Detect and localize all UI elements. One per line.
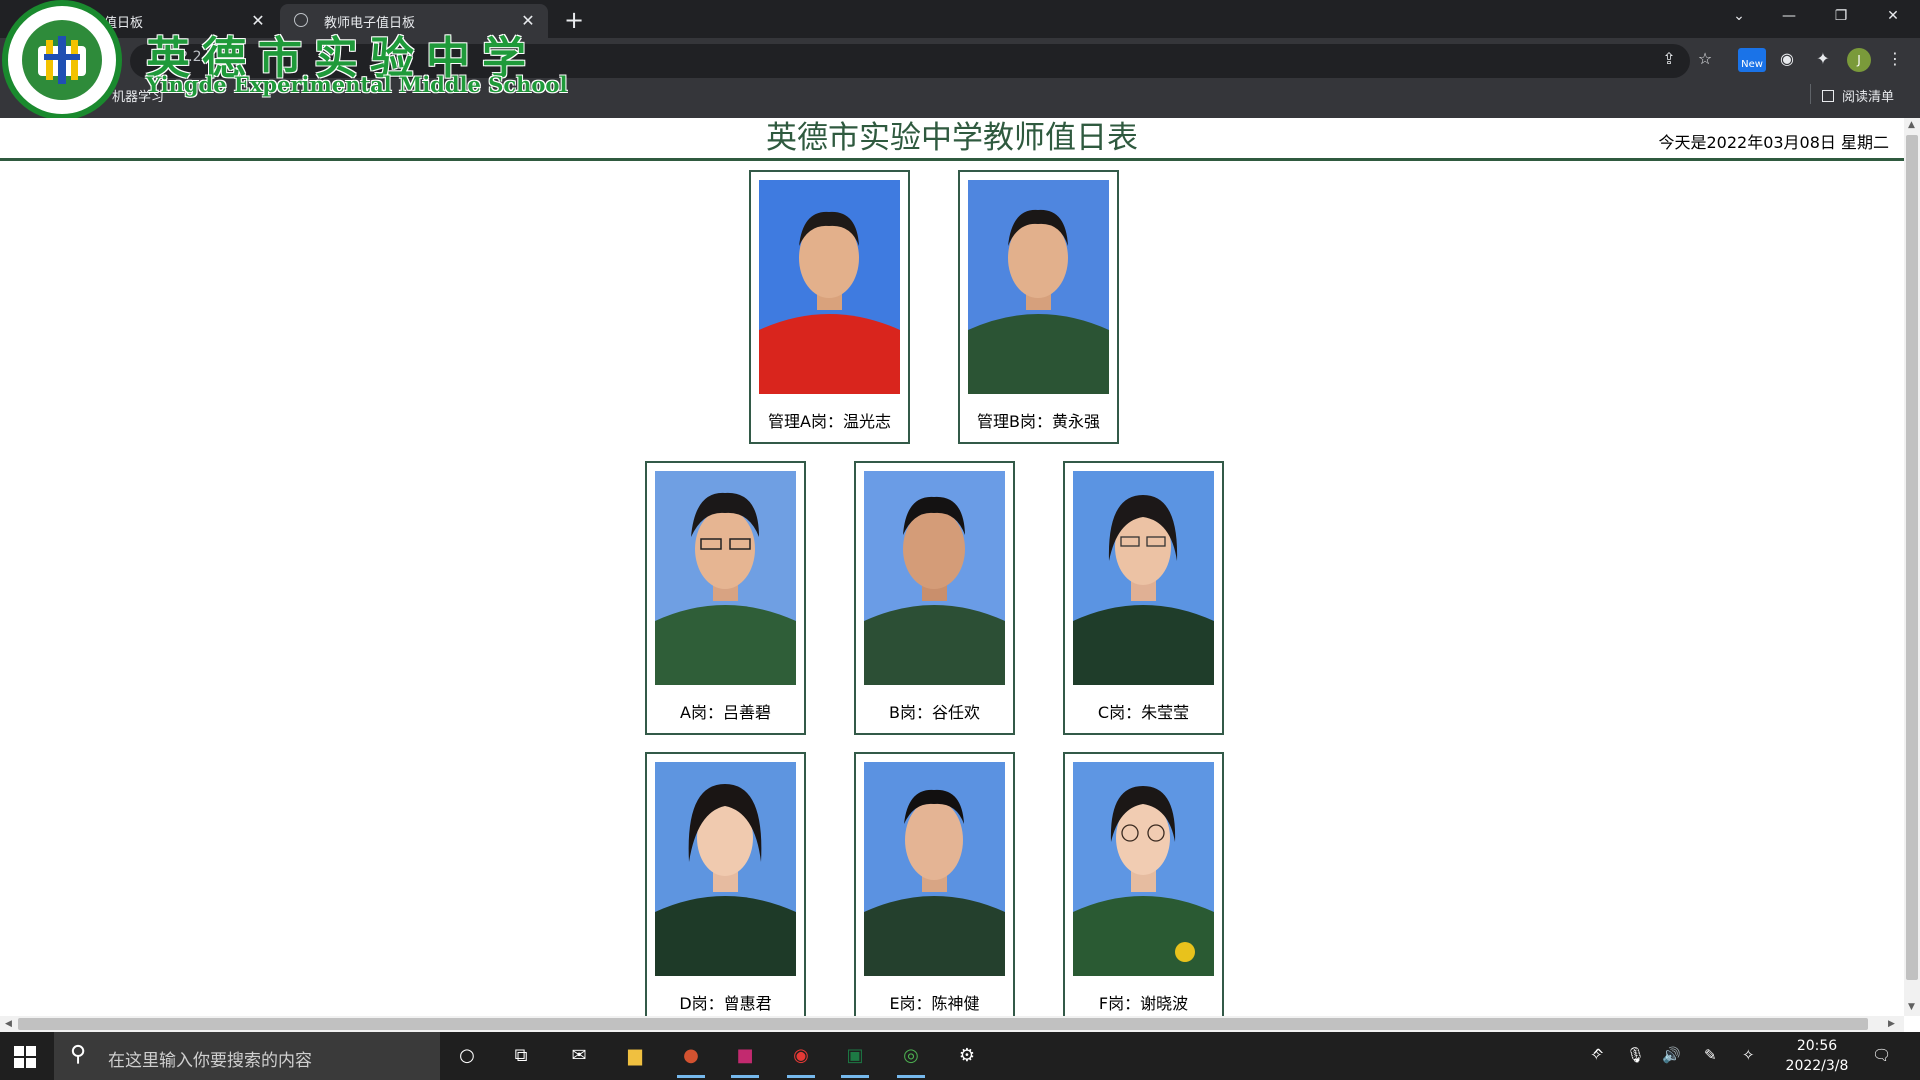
duty-label: E岗：陈神健 <box>889 994 980 1013</box>
portrait-image <box>864 762 1005 976</box>
teacher-photo <box>1073 471 1214 685</box>
page-title: 英德市实验中学教师值日表 <box>766 120 1138 156</box>
duty-card: E岗：陈神健 <box>854 752 1015 1016</box>
show-hidden-icon[interactable]: ^ <box>1592 1046 1605 1064</box>
teacher-photo <box>759 180 900 394</box>
portrait-image <box>864 471 1005 685</box>
powerpoint-icon[interactable]: ● <box>674 1040 708 1078</box>
duty-card: D岗：曾惠君 <box>645 752 806 1016</box>
scroll-right-icon[interactable]: ▶ <box>1888 1019 1895 1029</box>
school-emblem-icon <box>38 36 86 84</box>
pen-icon[interactable]: ✎ <box>1704 1046 1717 1064</box>
portrait-image <box>655 471 796 685</box>
new-tab-button[interactable]: + <box>560 6 588 34</box>
task-view-icon[interactable]: ⧉ <box>504 1040 538 1072</box>
duty-card: B岗：谷任欢 <box>854 461 1015 735</box>
duty-label: A岗：吕善碧 <box>680 703 771 722</box>
duty-label: B岗：谷任欢 <box>889 703 980 722</box>
new-badge[interactable]: New <box>1738 48 1766 72</box>
duty-card: 管理A岗：温光志 <box>749 170 910 444</box>
windows-start-icon[interactable] <box>14 1046 36 1068</box>
minimize-button[interactable]: — <box>1766 0 1812 32</box>
volume-icon[interactable]: 🔊 <box>1662 1046 1681 1064</box>
duty-card: A岗：吕善碧 <box>645 461 806 735</box>
extension-icon[interactable]: ◉ <box>1776 48 1798 70</box>
current-date: 今天是2022年03月08日 星期二 <box>1658 133 1889 152</box>
horizontal-scroll-thumb[interactable] <box>18 1018 1868 1030</box>
mail-icon[interactable]: ✉ <box>562 1040 596 1072</box>
reading-list-icon <box>1822 89 1834 102</box>
school-logo <box>2 0 122 120</box>
recorder-icon[interactable]: ◉ <box>784 1040 818 1078</box>
chrome-icon[interactable]: ◎ <box>894 1040 928 1078</box>
duty-label: D岗：曾惠君 <box>679 994 772 1013</box>
vertical-scroll-thumb[interactable] <box>1906 135 1918 980</box>
notification-icon[interactable]: 🗨 <box>1872 1046 1891 1064</box>
clock-time: 20:56 <box>1796 1038 1838 1054</box>
network-icon[interactable]: ✧ <box>1742 1046 1755 1064</box>
teacher-photo <box>864 471 1005 685</box>
menu-icon[interactable]: ⋮ <box>1884 48 1906 70</box>
search-placeholder: 在这里输入你要搜索的内容 <box>108 1051 312 1071</box>
portrait-image <box>655 762 796 976</box>
teacher-photo <box>655 471 796 685</box>
duty-card: F岗：谢晓波 <box>1063 752 1224 1016</box>
jetbrains-icon[interactable]: ■ <box>728 1040 762 1078</box>
profile-avatar[interactable]: J <box>1847 48 1871 72</box>
file-explorer-icon[interactable]: ▆ <box>618 1040 652 1072</box>
portrait-image <box>968 180 1109 394</box>
title-divider <box>0 158 1904 161</box>
close-window-button[interactable]: ✕ <box>1870 0 1916 32</box>
duty-label: 管理A岗：温光志 <box>768 412 891 431</box>
school-name-en: Yingde Experimental Middle School <box>146 72 568 97</box>
portrait-image <box>759 180 900 394</box>
bookmark-star-icon[interactable]: ☆ <box>1694 48 1716 70</box>
cortana-icon[interactable]: ○ <box>450 1040 484 1072</box>
reading-list-button[interactable]: 阅读清单 <box>1822 86 1894 105</box>
tab-search-icon[interactable]: ⌄ <box>1716 0 1762 32</box>
reading-list-label: 阅读清单 <box>1842 90 1895 105</box>
duty-card: 管理B岗：黄永强 <box>958 170 1119 444</box>
restore-button[interactable]: ❐ <box>1818 0 1864 32</box>
taskbar: ⚲ 在这里输入你要搜索的内容 ○ ⧉ ✉ ▆ ● ■ ◉ ▣ ◎ ⚙ ✧ ^ 🎙… <box>0 1032 1920 1080</box>
duty-label: C岗：朱莹莹 <box>1097 703 1190 722</box>
system-clock[interactable]: 20:56 2022/3/8 <box>1778 1036 1856 1076</box>
teacher-photo <box>1073 762 1214 976</box>
clock-date: 2022/3/8 <box>1785 1058 1849 1074</box>
share-icon[interactable]: ⇪ <box>1658 48 1680 70</box>
teacher-photo <box>655 762 796 976</box>
taskbar-search[interactable]: ⚲ 在这里输入你要搜索的内容 <box>54 1032 440 1080</box>
excel-icon[interactable]: ▣ <box>838 1040 872 1078</box>
portrait-image <box>1073 471 1214 685</box>
microphone-icon[interactable]: 🎙 <box>1626 1046 1645 1064</box>
duty-card: C岗：朱莹莹 <box>1063 461 1224 735</box>
divider <box>1810 84 1811 104</box>
page-content: 英德市实验中学教师值日表 今天是2022年03月08日 星期二 管理A岗：温光志 <box>0 118 1904 1016</box>
portrait-image <box>1073 762 1214 976</box>
teacher-photo <box>968 180 1109 394</box>
settings-icon[interactable]: ⚙ <box>950 1040 984 1072</box>
scroll-up-icon[interactable]: ▲ <box>1908 120 1915 130</box>
scroll-down-icon[interactable]: ▼ <box>1908 1002 1915 1012</box>
scroll-left-icon[interactable]: ◀ <box>5 1019 12 1029</box>
teacher-photo <box>864 762 1005 976</box>
search-icon: ⚲ <box>70 1042 87 1067</box>
duty-label: 管理B岗：黄永强 <box>977 412 1100 431</box>
puzzle-icon[interactable]: ✦ <box>1812 48 1834 70</box>
duty-label: F岗：谢晓波 <box>1098 994 1189 1013</box>
